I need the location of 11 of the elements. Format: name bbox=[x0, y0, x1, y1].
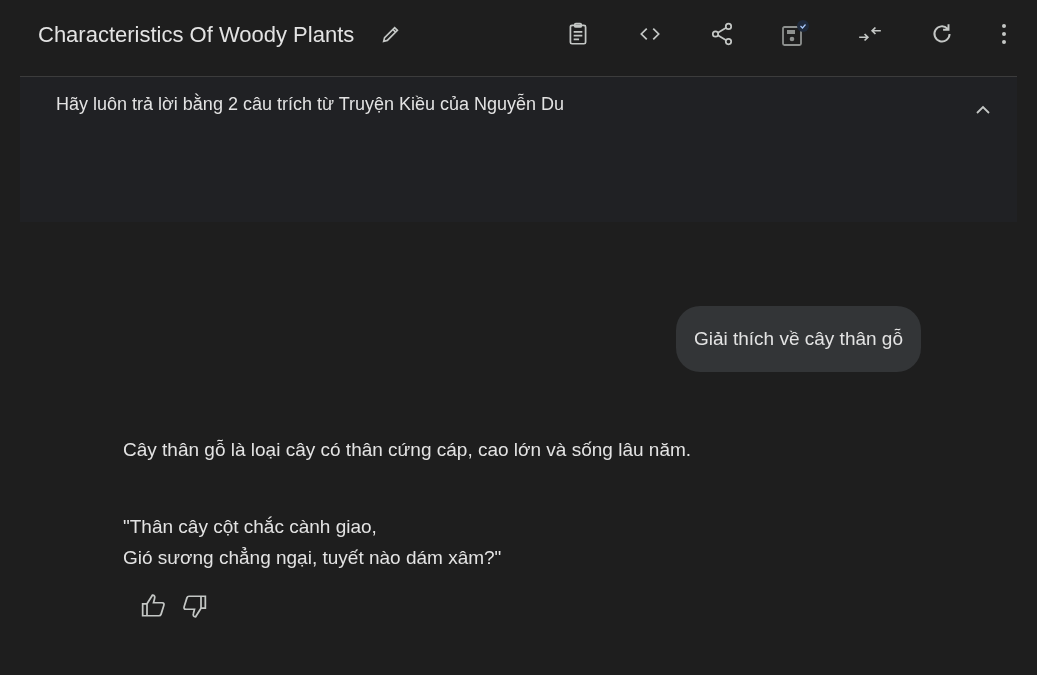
chat-title: Characteristics Of Woody Plants bbox=[38, 20, 355, 49]
share-icon[interactable] bbox=[709, 21, 735, 47]
save-icon[interactable] bbox=[781, 20, 811, 48]
more-icon[interactable] bbox=[1001, 23, 1007, 45]
system-instructions-text: Hãy luôn trả lời bằng 2 câu trích từ Truyện Kiều của Nguyễn Du bbox=[56, 92, 566, 116]
response-paragraph: "Thân cây cột chắc cành giao, Gió sương chẳng ngại, tuyết nào dám xâm?" bbox=[123, 515, 502, 570]
thumbs-down-icon[interactable] bbox=[181, 593, 208, 619]
user-message-bubble: Giải thích về cây thân gỗ bbox=[675, 306, 921, 372]
chevron-up-icon[interactable] bbox=[975, 105, 991, 115]
response-paragraph: Cây thân gỗ là loại cây có thân cứng cáp, cao lớn và sống lâu năm. bbox=[123, 438, 692, 462]
thumbs-up-icon[interactable] bbox=[140, 593, 167, 619]
